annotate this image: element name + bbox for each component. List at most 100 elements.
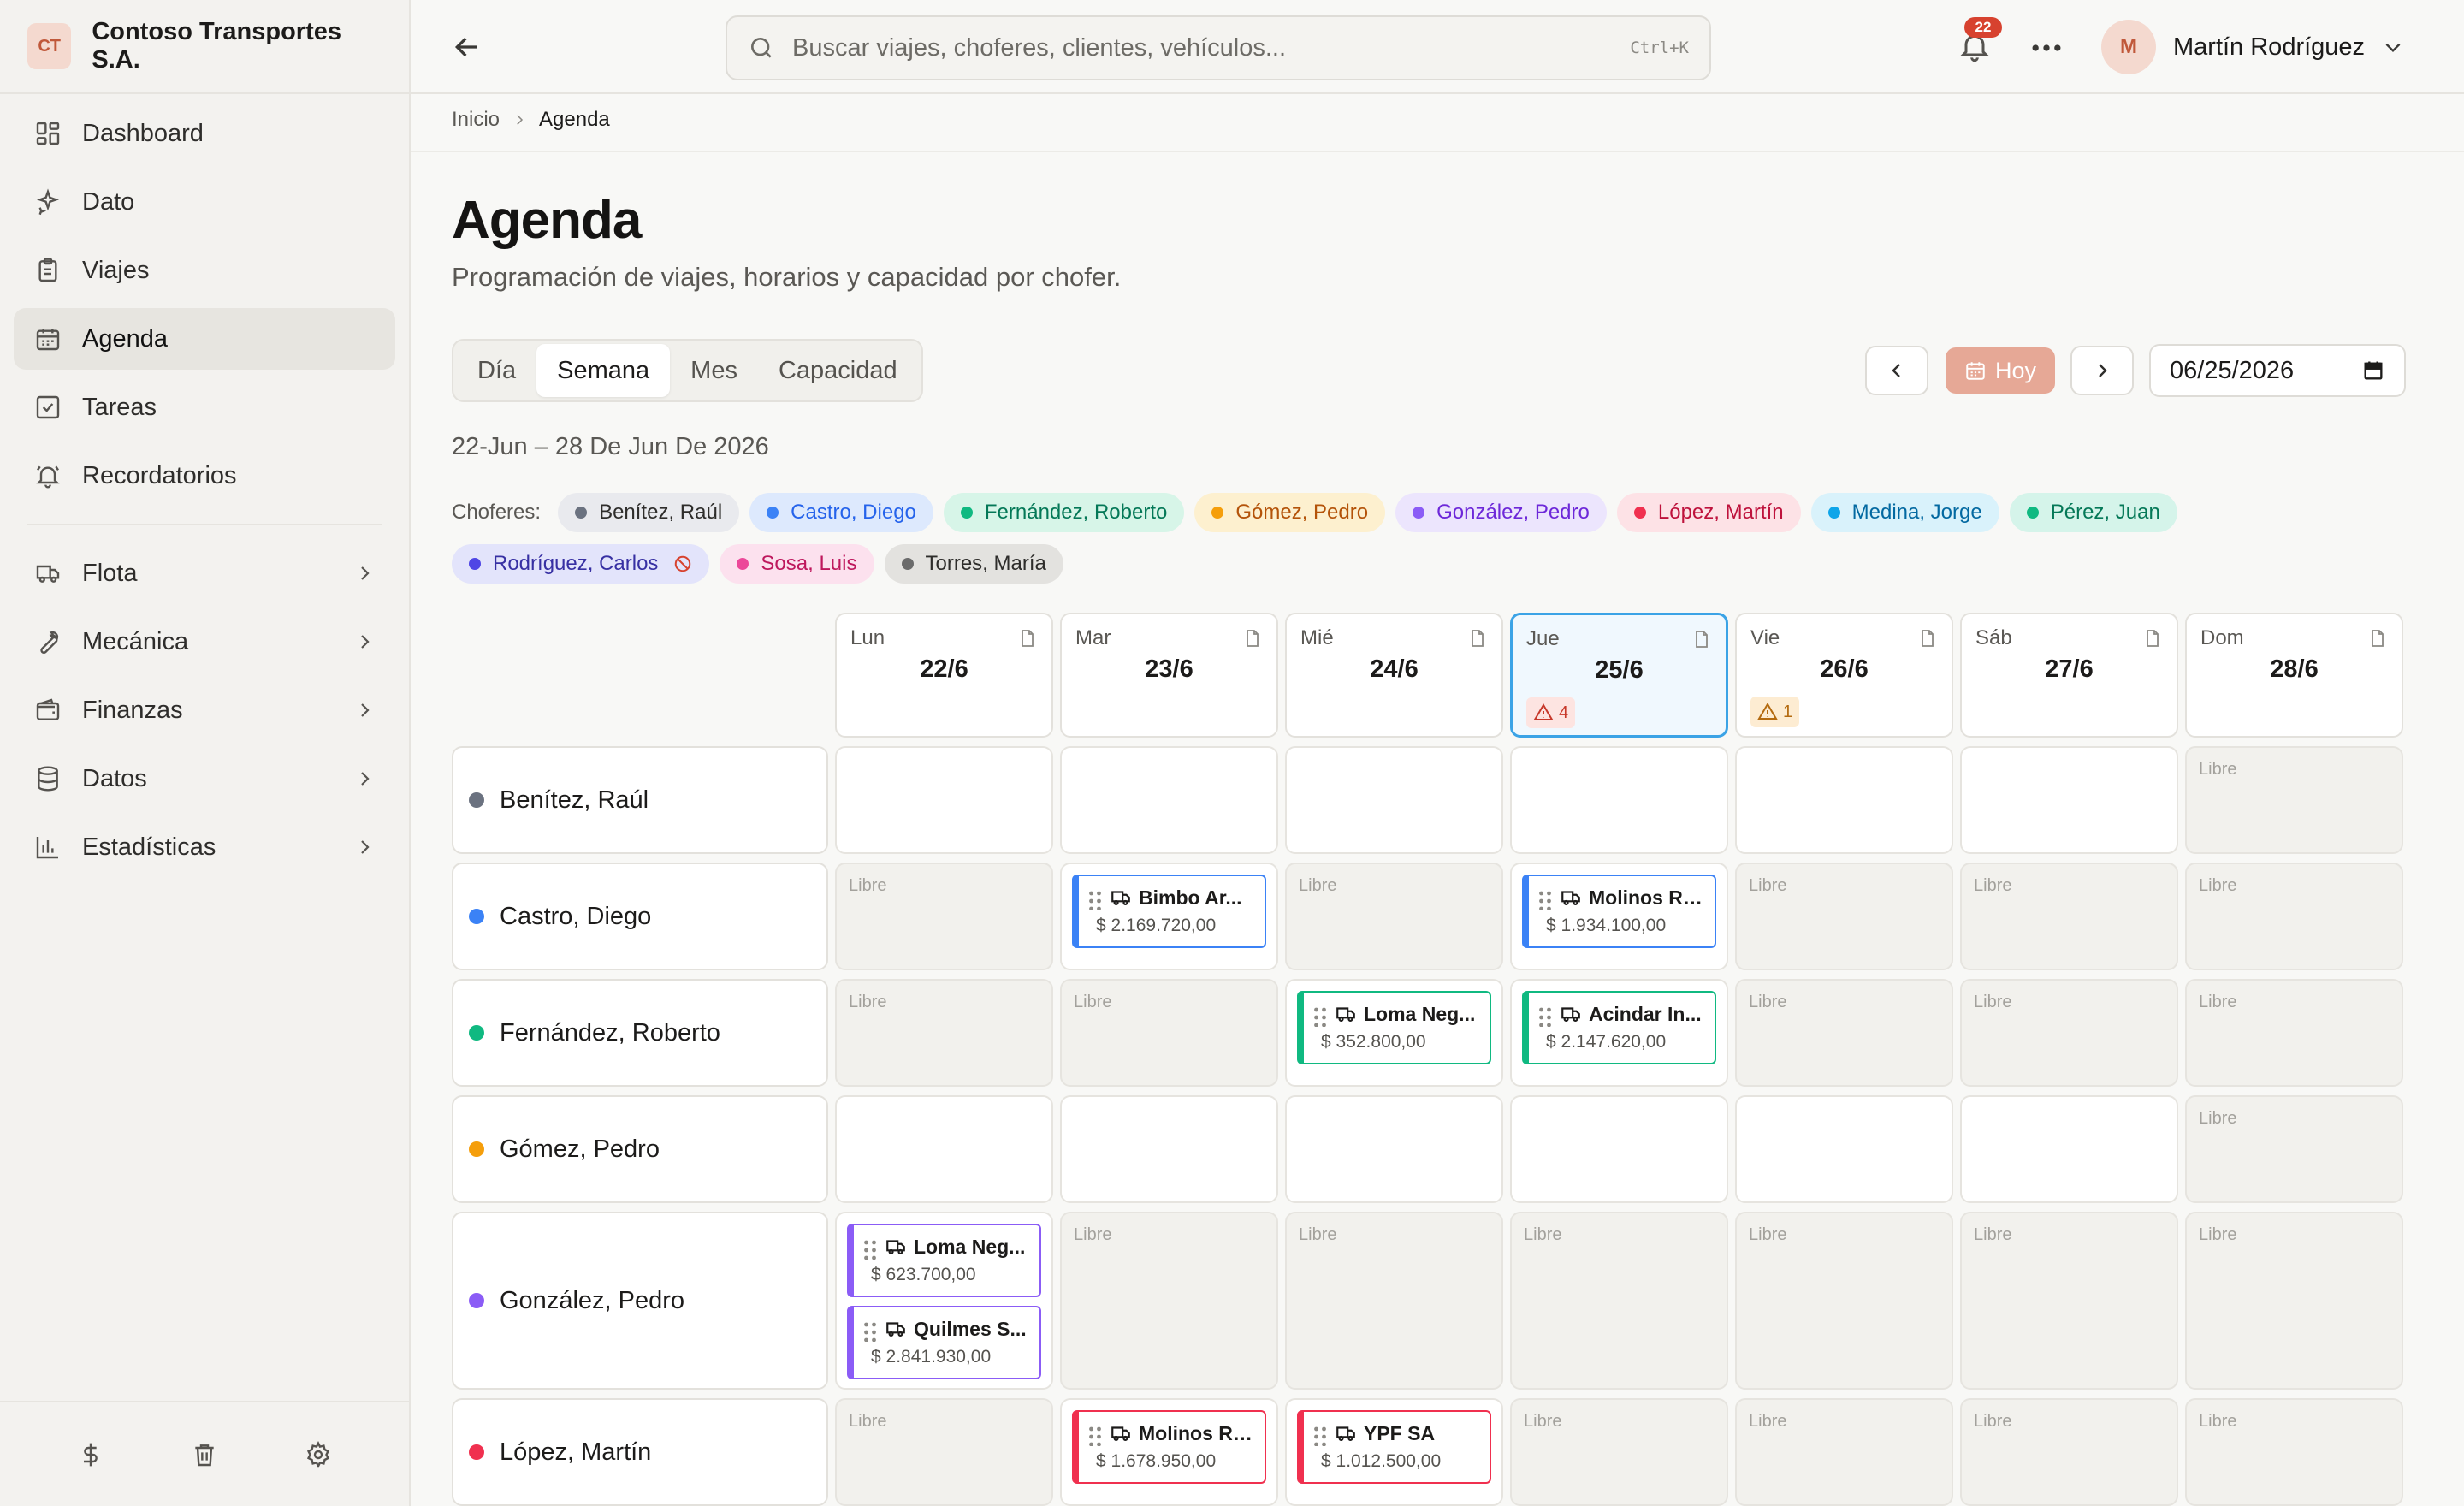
schedule-cell[interactable] [1960, 746, 2178, 854]
driver-chip-rodriguez-carlos[interactable]: Rodríguez, Carlos [452, 544, 710, 584]
trip-card[interactable]: YPF SA $ 1.012.500,00 [1297, 1410, 1491, 1484]
next-week-button[interactable] [2070, 346, 2134, 395]
schedule-cell-free[interactable]: Libre [1060, 979, 1278, 1087]
schedule-cell-free[interactable]: Libre [1510, 1398, 1728, 1506]
day-header-lun[interactable]: Lun 22/6 [835, 613, 1053, 738]
tab-semana[interactable]: Semana [536, 344, 671, 397]
search-input[interactable] [792, 33, 1631, 62]
driver-chip-benitez-raul[interactable]: Benítez, Raúl [558, 493, 740, 532]
schedule-cell[interactable] [1060, 746, 1278, 854]
schedule-cell-free[interactable]: Libre [835, 1398, 1053, 1506]
sidebar-header[interactable]: CT Contoso Transportes S.A. [0, 0, 409, 94]
schedule-cell-free[interactable]: Libre [1735, 1398, 1953, 1506]
schedule-cell-free[interactable]: Libre [1285, 863, 1503, 970]
sidebar-item-datos[interactable]: Datos [14, 748, 395, 809]
user-menu[interactable]: M Martín Rodríguez [2101, 19, 2404, 75]
driver-name-cell[interactable]: Benítez, Raúl [452, 746, 828, 854]
drag-handle-icon[interactable] [1087, 1424, 1103, 1446]
day-alert-badge[interactable]: 1 [1750, 697, 1800, 727]
document-icon[interactable] [1691, 629, 1712, 649]
sidebar-item-dato[interactable]: Dato [14, 171, 395, 233]
calendar-icon[interactable] [2361, 359, 2385, 382]
schedule-cell-free[interactable]: Libre [2185, 979, 2403, 1087]
driver-chip-gonzalez-pedro[interactable]: González, Pedro [1395, 493, 1607, 532]
schedule-cell[interactable] [1735, 746, 1953, 854]
document-icon[interactable] [2142, 628, 2163, 649]
gear-icon[interactable] [305, 1440, 332, 1468]
schedule-cell-free[interactable]: Libre [1285, 1212, 1503, 1390]
schedule-cell-free[interactable]: Libre [835, 979, 1053, 1087]
schedule-cell[interactable] [1060, 1095, 1278, 1203]
schedule-cell-free[interactable]: Libre [835, 863, 1053, 970]
drag-handle-icon[interactable] [1537, 888, 1553, 910]
sidebar-item-viajes[interactable]: Viajes [14, 240, 395, 301]
day-alert-badge[interactable]: 4 [1526, 697, 1576, 728]
driver-chip-sosa-luis[interactable]: Sosa, Luis [720, 544, 874, 584]
schedule-cell[interactable] [1960, 1095, 2178, 1203]
driver-chip-medina-jorge[interactable]: Medina, Jorge [1810, 493, 1999, 532]
driver-name-cell[interactable]: González, Pedro [452, 1212, 828, 1390]
schedule-cell[interactable] [1735, 1095, 1953, 1203]
drag-handle-icon[interactable] [1537, 1005, 1553, 1027]
schedule-cell[interactable] [835, 1095, 1053, 1203]
sidebar-item-dashboard[interactable]: Dashboard [14, 103, 395, 164]
schedule-cell[interactable]: Molinos Rí... $ 1.934.100,00 [1510, 863, 1728, 970]
schedule-cell[interactable]: Acindar In... $ 2.147.620,00 [1510, 979, 1728, 1087]
trip-card[interactable]: Loma Neg... $ 352.800,00 [1297, 991, 1491, 1064]
trip-card[interactable]: Molinos Rí... $ 1.678.950,00 [1072, 1410, 1266, 1484]
today-button[interactable]: Hoy [1946, 347, 2055, 394]
schedule-cell-free[interactable]: Libre [1960, 1398, 2178, 1506]
schedule-cell[interactable]: Molinos Rí... $ 1.678.950,00 [1060, 1398, 1278, 1506]
schedule-cell[interactable] [1510, 1095, 1728, 1203]
schedule-cell-free[interactable]: Libre [2185, 1398, 2403, 1506]
schedule-cell[interactable] [1285, 1095, 1503, 1203]
driver-name-cell[interactable]: Gómez, Pedro [452, 1095, 828, 1203]
tab-dia[interactable]: Día [457, 344, 536, 397]
sidebar-item-flota[interactable]: Flota [14, 543, 395, 604]
driver-chip-lopez-martin[interactable]: López, Martín [1616, 493, 1801, 532]
drag-handle-icon[interactable] [1087, 888, 1103, 910]
sidebar-item-mecanica[interactable]: Mecánica [14, 611, 395, 673]
driver-chip-castro-diego[interactable]: Castro, Diego [749, 493, 933, 532]
day-header-mie[interactable]: Mié 24/6 [1285, 613, 1503, 738]
driver-chip-torres-maria[interactable]: Torres, María [884, 544, 1063, 584]
sidebar-item-recordatorios[interactable]: Recordatorios [14, 445, 395, 507]
schedule-cell-free[interactable]: Libre [2185, 863, 2403, 970]
driver-name-cell[interactable]: López, Martín [452, 1398, 828, 1506]
schedule-cell-free[interactable]: Libre [2185, 746, 2403, 854]
back-arrow-icon[interactable] [450, 30, 484, 64]
trip-card[interactable]: Acindar In... $ 2.147.620,00 [1522, 991, 1716, 1064]
day-header-jue[interactable]: Jue 25/6 4 [1510, 613, 1728, 738]
sidebar-item-agenda[interactable]: Agenda [14, 308, 395, 370]
date-picker[interactable]: 06/25/2026 [2149, 344, 2406, 397]
day-header-dom[interactable]: Dom 28/6 [2185, 613, 2403, 738]
more-options-icon[interactable] [2028, 29, 2065, 67]
breadcrumb-home[interactable]: Inicio [452, 108, 500, 132]
drag-handle-icon[interactable] [862, 1319, 878, 1342]
schedule-cell-free[interactable]: Libre [2185, 1095, 2403, 1203]
document-icon[interactable] [1242, 628, 1263, 649]
day-header-mar[interactable]: Mar 23/6 [1060, 613, 1278, 738]
document-icon[interactable] [1917, 628, 1938, 649]
schedule-cell-free[interactable]: Libre [1960, 863, 2178, 970]
day-header-vie[interactable]: Vie 26/6 1 [1735, 613, 1953, 738]
schedule-cell[interactable]: YPF SA $ 1.012.500,00 [1285, 1398, 1503, 1506]
schedule-cell-free[interactable]: Libre [1960, 979, 2178, 1087]
trip-card[interactable]: Bimbo Ar... $ 2.169.720,00 [1072, 875, 1266, 948]
search-bar[interactable]: Ctrl+K [726, 15, 1711, 80]
driver-chip-perez-juan[interactable]: Pérez, Juan [2009, 493, 2177, 532]
document-icon[interactable] [1467, 628, 1488, 649]
schedule-cell[interactable]: Loma Neg... $ 352.800,00 [1285, 979, 1503, 1087]
tab-mes[interactable]: Mes [670, 344, 758, 397]
driver-chip-gomez-pedro[interactable]: Gómez, Pedro [1194, 493, 1386, 532]
schedule-cell-free[interactable]: Libre [1060, 1212, 1278, 1390]
schedule-cell-free[interactable]: Libre [2185, 1212, 2403, 1390]
previous-week-button[interactable] [1865, 346, 1928, 395]
schedule-cell[interactable] [1285, 746, 1503, 854]
driver-chip-fernandez-roberto[interactable]: Fernández, Roberto [943, 493, 1185, 532]
schedule-cell[interactable] [835, 746, 1053, 854]
schedule-cell[interactable] [1510, 746, 1728, 854]
document-icon[interactable] [2367, 628, 2388, 649]
schedule-cell-free[interactable]: Libre [1510, 1212, 1728, 1390]
trip-card[interactable]: Quilmes S... $ 2.841.930,00 [847, 1306, 1041, 1379]
